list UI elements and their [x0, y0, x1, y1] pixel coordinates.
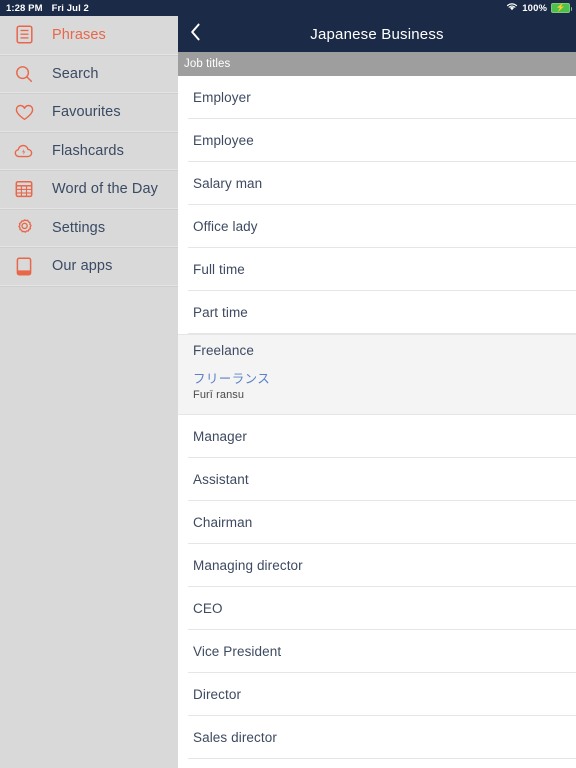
list-item-title: Vice President — [193, 644, 282, 659]
list-item-title: Sales director — [193, 730, 277, 745]
list-item-title: Chairman — [193, 515, 253, 530]
status-bar: 1:28 PM Fri Jul 2 100% ⚡ — [0, 0, 576, 16]
list-item-expanded[interactable]: Freelance フリーランス Furī ransu — [178, 334, 576, 415]
page-title: Japanese Business — [310, 25, 444, 43]
battery-percent-label: 100% — [522, 2, 547, 14]
list-item-romaji: Furī ransu — [193, 389, 245, 401]
sidebar-item-phrases[interactable]: Phrases — [0, 16, 178, 55]
sidebar-item-flashcards[interactable]: Flashcards — [0, 131, 178, 170]
phrase-list[interactable]: Employer Employee Salary man Office lady… — [178, 76, 576, 768]
list-item-title: Freelance — [193, 343, 254, 358]
sidebar-empty-space — [0, 285, 178, 768]
sidebar-item-label: Settings — [52, 219, 106, 236]
sidebar-item-label: Phrases — [52, 26, 106, 43]
tablet-book-icon — [14, 256, 34, 276]
list-item[interactable]: Part time — [178, 291, 576, 334]
sidebar-item-label: Word of the Day — [52, 181, 159, 198]
sidebar-item-word-of-the-day[interactable]: Word of the Day — [0, 170, 178, 209]
cloud-bolt-icon — [14, 141, 34, 161]
list-item[interactable]: Manager — [178, 415, 576, 458]
list-item-title: Employee — [193, 133, 254, 148]
back-button[interactable] — [178, 16, 212, 52]
list-item[interactable]: Assistant — [178, 458, 576, 501]
content-panel: Japanese Business Job titles Employer Em… — [178, 16, 576, 768]
sidebar-item-settings[interactable]: Settings — [0, 208, 178, 247]
list-item-title: Salary man — [193, 176, 263, 191]
list-item-title: Part time — [193, 305, 248, 320]
list-item[interactable]: Director — [178, 673, 576, 716]
list-item[interactable]: Sales director — [178, 716, 576, 759]
sidebar: Phrases Search Favourites Flashcards Wor… — [0, 16, 178, 768]
chevron-left-icon — [190, 23, 201, 46]
list-document-icon — [14, 25, 34, 45]
list-item-title: Employer — [193, 90, 251, 105]
list-item-title: Full time — [193, 262, 245, 277]
list-item[interactable]: Chairman — [178, 501, 576, 544]
heart-icon — [14, 102, 34, 122]
list-item[interactable]: Managing director — [178, 544, 576, 587]
list-item-title: Assistant — [193, 472, 249, 487]
list-item-title: CEO — [193, 601, 223, 616]
list-item-title: Director — [193, 687, 242, 702]
list-item-title: Manager — [193, 429, 247, 444]
sidebar-item-favourites[interactable]: Favourites — [0, 93, 178, 132]
battery-charging-icon: ⚡ — [551, 3, 572, 13]
sidebar-item-label: Our apps — [52, 258, 113, 275]
sidebar-item-label: Favourites — [52, 104, 121, 121]
wifi-icon — [506, 2, 518, 14]
section-header-job-titles: Job titles — [178, 52, 576, 76]
list-item[interactable]: CEO — [178, 587, 576, 630]
list-item[interactable]: Employer — [178, 76, 576, 119]
body-split: Phrases Search Favourites Flashcards Wor… — [0, 16, 576, 768]
list-item[interactable]: Salary man — [178, 162, 576, 205]
sidebar-item-label: Flashcards — [52, 142, 124, 159]
calendar-icon — [14, 179, 34, 199]
status-bar-date: Fri Jul 2 — [51, 2, 89, 14]
list-item[interactable]: Vice President — [178, 630, 576, 673]
list-item[interactable]: Employee — [178, 119, 576, 162]
list-item-japanese: フリーランス — [193, 372, 271, 386]
list-item-title: Managing director — [193, 558, 303, 573]
list-item[interactable]: Office lady — [178, 205, 576, 248]
navigation-bar: Japanese Business — [178, 16, 576, 52]
gear-icon — [14, 218, 34, 238]
search-icon — [14, 64, 34, 84]
list-item-title: Office lady — [193, 219, 258, 234]
sidebar-item-our-apps[interactable]: Our apps — [0, 247, 178, 286]
app-root: 1:28 PM Fri Jul 2 100% ⚡ Phrases Search … — [0, 0, 576, 768]
list-item[interactable]: Full time — [178, 248, 576, 291]
sidebar-item-label: Search — [52, 65, 99, 82]
status-bar-time: 1:28 PM — [6, 2, 43, 14]
sidebar-item-search[interactable]: Search — [0, 54, 178, 93]
status-bar-right-group: 100% ⚡ — [506, 2, 572, 14]
